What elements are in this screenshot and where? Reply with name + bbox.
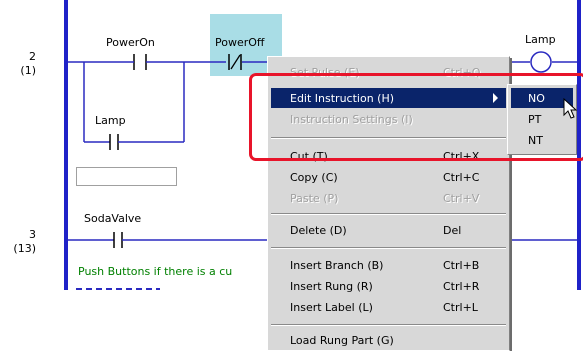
menu-item-label: Insert Rung (R) bbox=[290, 280, 373, 293]
menu-separator bbox=[271, 324, 506, 326]
rung-number: 3 bbox=[29, 228, 36, 241]
menu-item-paste[interactable]: Paste (P) Ctrl+V bbox=[271, 188, 506, 208]
menu-item-insert-branch[interactable]: Insert Branch (B) Ctrl+B bbox=[271, 255, 506, 275]
menu-item-insert-rung[interactable]: Insert Rung (R) Ctrl+R bbox=[271, 276, 506, 296]
menu-item-shortcut: Ctrl+R bbox=[443, 280, 480, 293]
menu-separator bbox=[271, 213, 506, 215]
menu-item-label: Insert Branch (B) bbox=[290, 259, 384, 272]
menu-item-label: Copy (C) bbox=[290, 171, 338, 184]
menu-item-load-rung-part[interactable]: Load Rung Part (G) bbox=[271, 330, 506, 350]
menu-item-label: Insert Label (L) bbox=[290, 301, 373, 314]
menu-item-shortcut: Ctrl+L bbox=[443, 301, 478, 314]
menu-item-label: Delete (D) bbox=[290, 224, 347, 237]
rung-step: (13) bbox=[13, 242, 36, 255]
menu-item-label: Load Rung Part (G) bbox=[290, 334, 394, 347]
menu-item-insert-label[interactable]: Insert Label (L) Ctrl+L bbox=[271, 297, 506, 317]
empty-element-box[interactable] bbox=[76, 167, 177, 186]
menu-item-shortcut: Del bbox=[443, 224, 462, 237]
menu-item-copy[interactable]: Copy (C) Ctrl+C bbox=[271, 167, 506, 187]
contact-label-sodavalve: SodaValve bbox=[84, 212, 142, 225]
menu-item-shortcut: Ctrl+C bbox=[443, 171, 480, 184]
menu-item-label: Paste (P) bbox=[290, 192, 339, 205]
menu-item-shortcut: Ctrl+B bbox=[443, 259, 480, 272]
menu-item-shortcut: Ctrl+V bbox=[443, 192, 480, 205]
menu-item-delete[interactable]: Delete (D) Del bbox=[271, 220, 506, 240]
contact-label-lamp: Lamp bbox=[95, 114, 126, 127]
rung-comment: Push Buttons if there is a cu bbox=[78, 265, 233, 278]
callout-highlight-box bbox=[249, 73, 583, 161]
menu-separator bbox=[271, 247, 506, 249]
